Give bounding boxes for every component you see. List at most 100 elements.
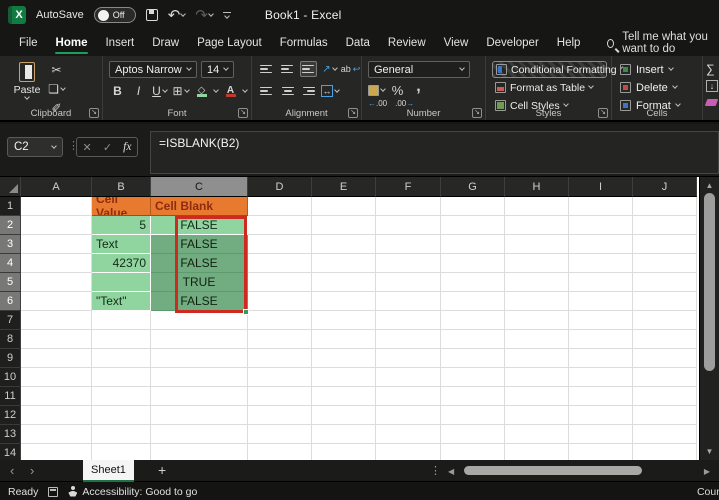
cell-C2[interactable]: FALSE	[151, 216, 248, 235]
cell-C6[interactable]: FALSE	[151, 292, 248, 311]
column-header-I[interactable]: I	[569, 177, 633, 197]
excel-app-icon[interactable]: X	[8, 6, 26, 24]
middle-align-button[interactable]	[279, 61, 296, 77]
cell-A1[interactable]	[21, 197, 92, 216]
cell-J9[interactable]	[633, 349, 697, 368]
cell-F12[interactable]	[376, 406, 441, 425]
cell-B14[interactable]	[92, 444, 151, 460]
cell-D9[interactable]	[248, 349, 312, 368]
cell-E11[interactable]	[312, 387, 376, 406]
cell-E1[interactable]	[312, 197, 376, 216]
cell-I11[interactable]	[569, 387, 633, 406]
cell-I2[interactable]	[569, 216, 633, 235]
clear-button[interactable]	[704, 94, 719, 111]
cell-G11[interactable]	[441, 387, 505, 406]
cell-G8[interactable]	[441, 330, 505, 349]
italic-button[interactable]: I	[130, 83, 147, 99]
cell-I3[interactable]	[569, 235, 633, 254]
horizontal-scroll-thumb[interactable]	[464, 466, 642, 475]
font-name-select[interactable]: Aptos Narrow	[109, 61, 197, 78]
align-right-button[interactable]	[300, 83, 317, 99]
cell-G14[interactable]	[441, 444, 505, 460]
cell-D14[interactable]	[248, 444, 312, 460]
cell-C12[interactable]	[151, 406, 248, 425]
row-header-4[interactable]: 4	[0, 254, 21, 273]
tab-review[interactable]: Review	[379, 32, 435, 54]
tab-help[interactable]: Help	[548, 32, 590, 54]
cell-H9[interactable]	[505, 349, 569, 368]
conditional-formatting-button[interactable]: Conditional Formatting	[492, 61, 623, 78]
fill-handle[interactable]	[243, 309, 249, 315]
cell-I7[interactable]	[569, 311, 633, 330]
align-left-button[interactable]	[258, 83, 275, 99]
percent-button[interactable]: %	[389, 82, 406, 98]
font-size-select[interactable]: 14	[201, 61, 234, 78]
tab-insert[interactable]: Insert	[96, 32, 143, 54]
cell-C4[interactable]: FALSE	[151, 254, 248, 273]
cell-C5[interactable]: TRUE	[151, 273, 248, 292]
cell-H3[interactable]	[505, 235, 569, 254]
name-box[interactable]: C2	[7, 137, 63, 157]
cell-B7[interactable]	[92, 311, 151, 330]
cell-A5[interactable]	[21, 273, 92, 292]
cell-F7[interactable]	[376, 311, 441, 330]
tab-scroll-divider[interactable]: ⋮	[430, 464, 441, 477]
alignment-dialog-launcher[interactable]: ↘	[348, 108, 358, 118]
cell-B6[interactable]: "Text"	[92, 292, 151, 311]
cell-J3[interactable]	[633, 235, 697, 254]
cell-F11[interactable]	[376, 387, 441, 406]
cell-J11[interactable]	[633, 387, 697, 406]
accessibility-checker[interactable]: Accessibility: Good to go	[68, 486, 197, 498]
cell-C14[interactable]	[151, 444, 248, 460]
accounting-format-button[interactable]	[368, 82, 386, 98]
column-header-J[interactable]: J	[633, 177, 697, 197]
row-header-2[interactable]: 2	[0, 216, 21, 235]
cell-G12[interactable]	[441, 406, 505, 425]
cell-C10[interactable]	[151, 368, 248, 387]
tell-me-search[interactable]: Tell me what you want to do	[607, 31, 719, 55]
scroll-down-icon[interactable]: ▼	[700, 447, 719, 456]
number-format-select[interactable]: General	[368, 61, 470, 78]
cell-A3[interactable]	[21, 235, 92, 254]
cell-G2[interactable]	[441, 216, 505, 235]
cell-D7[interactable]	[248, 311, 312, 330]
cell-E2[interactable]	[312, 216, 376, 235]
cell-C1[interactable]: Cell Blank	[151, 197, 248, 216]
cell-B9[interactable]	[92, 349, 151, 368]
cell-A4[interactable]	[21, 254, 92, 273]
cell-B11[interactable]	[92, 387, 151, 406]
cell-I10[interactable]	[569, 368, 633, 387]
cell-J5[interactable]	[633, 273, 697, 292]
merge-center-button[interactable]: ↔	[321, 83, 340, 99]
bold-button[interactable]: B	[109, 83, 126, 99]
column-header-C[interactable]: C	[151, 177, 248, 197]
sheet-tab-sheet1[interactable]: Sheet1	[83, 460, 134, 482]
cell-G7[interactable]	[441, 311, 505, 330]
cell-E4[interactable]	[312, 254, 376, 273]
cell-I12[interactable]	[569, 406, 633, 425]
cell-D12[interactable]	[248, 406, 312, 425]
cell-J8[interactable]	[633, 330, 697, 349]
row-header-12[interactable]: 12	[0, 406, 21, 425]
row-header-14[interactable]: 14	[0, 444, 21, 460]
formula-input[interactable]: =ISBLANK(B2)	[150, 131, 719, 174]
wrap-text-button[interactable]: ab ↩	[341, 61, 361, 77]
cell-A2[interactable]	[21, 216, 92, 235]
cell-E12[interactable]	[312, 406, 376, 425]
column-header-H[interactable]: H	[505, 177, 569, 197]
insert-function-icon[interactable]: fx	[123, 141, 131, 153]
vertical-scroll-thumb[interactable]	[704, 193, 715, 371]
copy-button[interactable]: ❏	[48, 81, 66, 97]
column-header-F[interactable]: F	[376, 177, 441, 197]
tab-formulas[interactable]: Formulas	[271, 32, 337, 54]
cell-D6[interactable]	[248, 292, 312, 311]
tab-home[interactable]: Home	[47, 32, 97, 54]
cell-G9[interactable]	[441, 349, 505, 368]
underline-button[interactable]: U	[151, 83, 168, 99]
cell-A14[interactable]	[21, 444, 92, 460]
redo-button[interactable]: ↷	[195, 8, 214, 23]
cell-H14[interactable]	[505, 444, 569, 460]
tab-view[interactable]: View	[435, 32, 478, 54]
tab-file[interactable]: File	[10, 32, 47, 54]
cell-F10[interactable]	[376, 368, 441, 387]
